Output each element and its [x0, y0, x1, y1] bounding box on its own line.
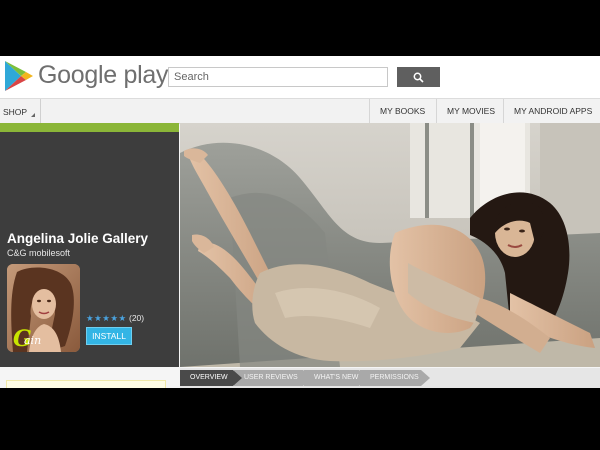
shop-label: SHOP: [3, 107, 28, 117]
app-banner-image: [180, 123, 600, 367]
rating: ★★★★★ (20): [86, 313, 144, 324]
tab-user-reviews[interactable]: USER REVIEWS: [234, 370, 312, 386]
app-details-panel: Angelina Jolie Gallery C&G mobilesoft G: [0, 123, 179, 367]
rating-stars-icon: ★★★★★: [86, 313, 127, 323]
app-title: Angelina Jolie Gallery: [7, 231, 149, 246]
app-icon: G ain: [7, 264, 80, 352]
tab-permissions[interactable]: PERMISSIONS: [360, 370, 430, 386]
top-nav: SHOP MY BOOKS MY MOVIES MY ANDROID APPS: [0, 99, 600, 124]
shop-menu[interactable]: SHOP: [0, 99, 41, 123]
info-box: [6, 380, 166, 388]
tab-whats-new[interactable]: WHAT'S NEW: [304, 370, 368, 386]
category-accent-bar: [0, 123, 179, 132]
search-button[interactable]: [397, 67, 440, 87]
header: Google play: [0, 56, 600, 99]
svg-text:ain: ain: [24, 334, 41, 347]
google-play-logo-icon[interactable]: [4, 60, 34, 92]
nav-my-movies[interactable]: MY MOVIES: [436, 99, 505, 123]
developer-link[interactable]: C&G mobilesoft: [7, 248, 70, 258]
logo-text[interactable]: Google play: [38, 61, 168, 90]
search-input[interactable]: [168, 67, 388, 87]
install-button[interactable]: INSTALL: [86, 327, 132, 345]
dropdown-triangle-icon: [31, 113, 35, 117]
search-icon: [413, 72, 424, 83]
tab-overview[interactable]: OVERVIEW: [180, 370, 242, 386]
rating-count: (20): [128, 313, 145, 323]
left-sidebar-lower: [0, 367, 179, 388]
nav-my-books[interactable]: MY BOOKS: [369, 99, 435, 123]
nav-my-android-apps[interactable]: MY ANDROID APPS: [503, 99, 600, 123]
detail-tabs: PERMISSIONS WHAT'S NEW USER REVIEWS OVER…: [180, 368, 600, 388]
play-store-page: Google play SHOP MY BOOKS MY MOVIES MY A…: [0, 56, 600, 388]
